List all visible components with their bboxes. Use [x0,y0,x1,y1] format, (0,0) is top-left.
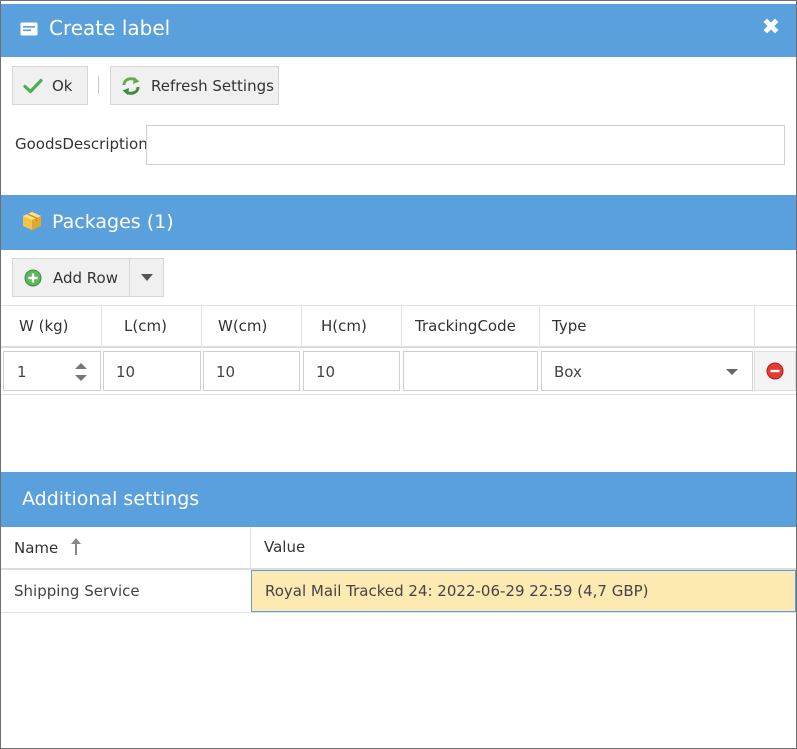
spinner-arrows-icon[interactable] [74,361,88,383]
column-header-height[interactable]: H(cm) [302,306,402,347]
packages-title: Packages (1) [52,211,174,233]
ok-button[interactable]: Ok [12,66,88,105]
setting-name: Shipping Service [14,582,140,600]
additional-settings-title: Additional settings [22,488,200,510]
refresh-settings-label: Refresh Settings [151,76,274,95]
tracking-code-input[interactable] [403,351,538,391]
add-row-button[interactable]: Add Row [13,259,130,296]
weight-stepper[interactable]: 1 [3,351,101,391]
column-header-name[interactable]: Name [1,527,251,568]
column-header-width[interactable]: W(cm) [202,306,302,347]
column-header-tracking-code[interactable]: TrackingCode [402,306,540,347]
add-circle-icon [24,269,42,286]
toolbar-separator [98,76,99,94]
column-header-length[interactable]: L(cm) [102,306,202,347]
dialog-titlebar: Create label ✖ [1,4,796,57]
additional-grid-header: Name Value [1,527,796,570]
goods-description-label: GoodsDescription [15,135,148,153]
length-input[interactable]: 10 [103,351,201,391]
chevron-down-icon [726,369,738,375]
weight-value: 1 [17,363,27,381]
add-row-label: Add Row [53,268,119,287]
additional-settings-header: Additional settings [1,472,796,527]
package-box-icon [23,212,41,230]
width-input[interactable]: 10 [203,351,300,391]
type-selected-value: Box [554,363,582,381]
column-header-name-label: Name [14,539,59,557]
ok-button-label: Ok [52,76,73,95]
delete-row-button[interactable] [754,351,796,391]
refresh-settings-button[interactable]: Refresh Settings [110,66,279,105]
checkmark-icon [23,78,43,93]
caret-down-icon [140,273,153,281]
type-select[interactable]: Box [541,351,753,391]
height-input[interactable]: 10 [303,351,400,391]
table-row: 1 10 10 10 Box [1,348,796,395]
setting-value-shipping-service[interactable]: Royal Mail Tracked 24: 2022-06-29 22:59 … [251,570,796,612]
column-header-value[interactable]: Value [251,527,796,568]
column-header-type[interactable]: Type [540,306,755,347]
add-row-split-button: Add Row [12,258,164,297]
sort-ascending-icon [71,538,82,555]
column-header-weight[interactable]: W (kg) [1,306,102,347]
goods-description-input[interactable] [146,125,785,165]
packages-section-header: Packages (1) [1,195,796,250]
delete-row-icon [766,362,784,380]
table-row: Shipping Service Royal Mail Tracked 24: … [1,570,796,613]
packages-grid-header: W (kg) L(cm) W(cm) H(cm) TrackingCode Ty… [1,305,796,348]
add-row-dropdown[interactable] [130,259,163,296]
refresh-icon [122,76,140,95]
label-icon [20,22,38,36]
close-icon[interactable]: ✖ [760,17,782,39]
dialog-title: Create label [49,16,171,40]
create-label-dialog: Create label ✖ Ok Refresh Settings Goods… [0,0,797,749]
